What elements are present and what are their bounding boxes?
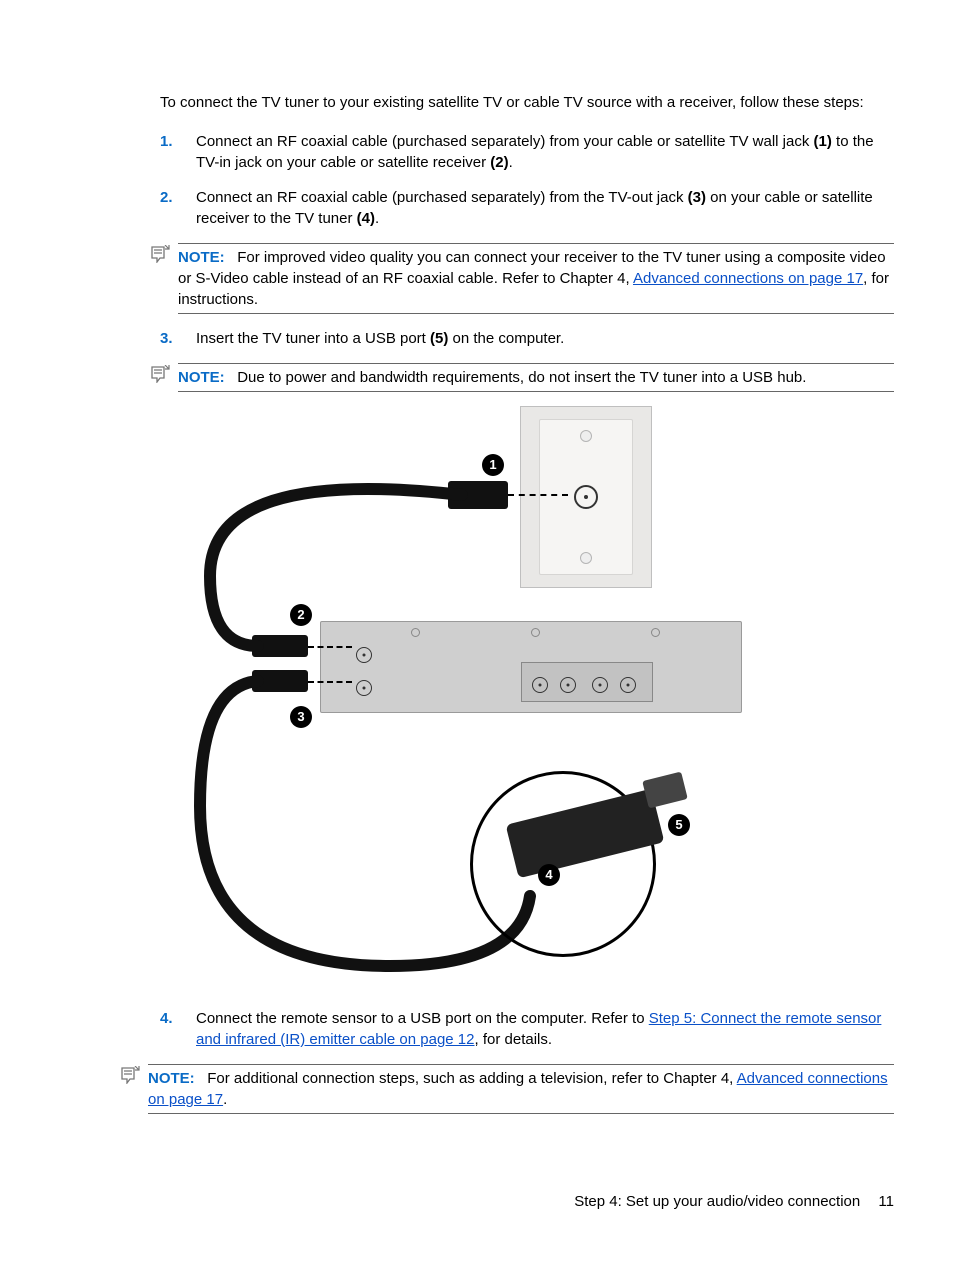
note-icon: [150, 245, 170, 263]
note-block-3: NOTE: For additional connection steps, s…: [148, 1064, 894, 1114]
connection-diagram: 1 2 3 4 5: [190, 406, 770, 986]
note-label: NOTE:: [178, 369, 225, 386]
note-icon: [120, 1066, 140, 1084]
note-label: NOTE:: [178, 249, 225, 266]
step-text: Connect an RF coaxial cable (purchased s…: [196, 189, 688, 206]
step-text: Connect the remote sensor to a USB port …: [196, 1010, 649, 1027]
footer-page-number: 11: [878, 1193, 894, 1210]
note-icon: [150, 365, 170, 383]
step-1: 1. Connect an RF coaxial cable (purchase…: [160, 131, 894, 173]
step-list: 4. Connect the remote sensor to a USB po…: [160, 1008, 894, 1050]
diagram-callout-4: 4: [538, 864, 560, 886]
step-text: Insert the TV tuner into a USB port: [196, 330, 430, 347]
callout-ref: (5): [430, 330, 448, 347]
step-2: 2. Connect an RF coaxial cable (purchase…: [160, 187, 894, 229]
step-number: 2.: [160, 187, 173, 208]
step-4: 4. Connect the remote sensor to a USB po…: [160, 1008, 894, 1050]
note-block-2: NOTE: Due to power and bandwidth require…: [178, 363, 894, 392]
step-3: 3. Insert the TV tuner into a USB port (…: [160, 328, 894, 349]
note-text: .: [223, 1091, 227, 1108]
step-number: 4.: [160, 1008, 173, 1029]
page-footer: Step 4: Set up your audio/video connecti…: [574, 1193, 894, 1210]
step-text: , for details.: [475, 1031, 553, 1048]
callout-ref: (4): [357, 210, 375, 227]
link-advanced-connections[interactable]: Advanced connections on page 17: [633, 270, 863, 287]
intro-paragraph: To connect the TV tuner to your existing…: [160, 92, 894, 113]
callout-ref: (1): [814, 133, 832, 150]
step-text: .: [509, 154, 513, 171]
diagram-callout-5: 5: [668, 814, 690, 836]
step-list: 1. Connect an RF coaxial cable (purchase…: [160, 131, 894, 229]
note-text: Due to power and bandwidth requirements,…: [237, 369, 806, 386]
note-text: For additional connection steps, such as…: [207, 1070, 736, 1087]
step-number: 3.: [160, 328, 173, 349]
footer-section-title: Step 4: Set up your audio/video connecti…: [574, 1193, 860, 1210]
step-number: 1.: [160, 131, 173, 152]
callout-ref: (2): [490, 154, 508, 171]
document-page: To connect the TV tuner to your existing…: [0, 0, 954, 1188]
step-list: 3. Insert the TV tuner into a USB port (…: [160, 328, 894, 349]
step-text: Connect an RF coaxial cable (purchased s…: [196, 133, 814, 150]
step-text: on the computer.: [448, 330, 564, 347]
note-label: NOTE:: [148, 1070, 195, 1087]
note-block-1: NOTE: For improved video quality you can…: [178, 243, 894, 314]
callout-ref: (3): [688, 189, 706, 206]
step-text: .: [375, 210, 379, 227]
